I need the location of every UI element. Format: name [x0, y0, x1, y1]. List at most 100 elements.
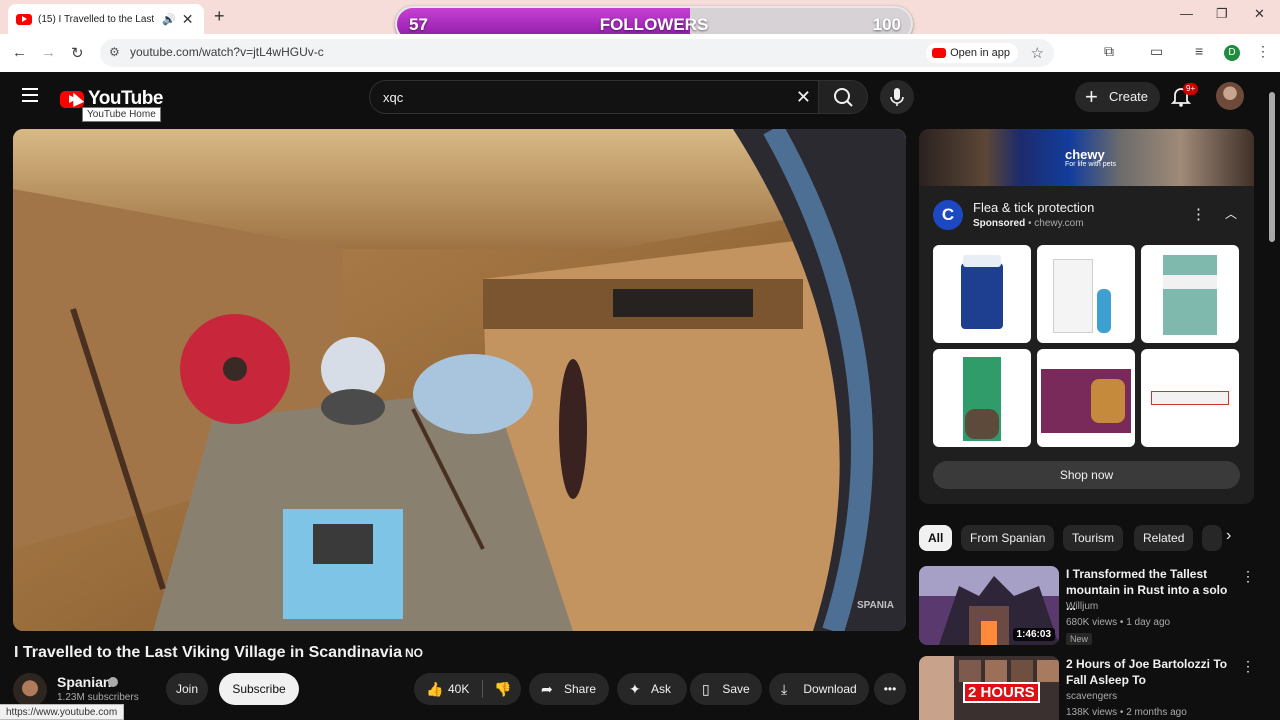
new-tab-button[interactable]: +: [214, 6, 225, 27]
youtube-header: YouTube YouTube Home xqc ✕ + Create 9+: [0, 72, 1280, 122]
site-info-icon[interactable]: ⚙: [109, 45, 120, 59]
more-vertical-icon[interactable]: ⋮: [1241, 568, 1255, 585]
channel-avatar[interactable]: [13, 673, 47, 707]
product-tile-1[interactable]: [933, 245, 1031, 343]
speaker-icon[interactable]: 🔊: [162, 13, 176, 26]
product-tile-4[interactable]: [933, 349, 1031, 447]
window-close-icon[interactable]: ✕: [1254, 6, 1265, 22]
search-query[interactable]: xqc: [383, 90, 403, 105]
open-in-app-button[interactable]: Open in app: [926, 43, 1018, 63]
forward-icon[interactable]: →: [41, 44, 56, 61]
sponsored-label: Sponsored: [973, 218, 1026, 229]
ask-button[interactable]: ✦ Ask: [617, 673, 687, 705]
verified-icon: [108, 677, 118, 687]
product-tile-6[interactable]: [1141, 349, 1239, 447]
share-icon: ➦: [541, 681, 553, 697]
more-horizontal-icon: •••: [883, 682, 897, 696]
youtube-favicon-icon: [16, 13, 32, 25]
menu-icon[interactable]: [22, 88, 38, 102]
browser-tab[interactable]: (15) I Travelled to the Last Vi 🔊 ✕: [8, 4, 204, 34]
rec-channel[interactable]: scavengers: [1066, 691, 1117, 702]
video-player[interactable]: SPANIA: [13, 129, 906, 631]
clear-search-icon[interactable]: ✕: [796, 87, 811, 108]
more-vertical-icon[interactable]: ⋮: [1241, 658, 1255, 675]
subscribe-button[interactable]: Subscribe: [219, 673, 299, 705]
video-duration: 1:46:03: [1012, 628, 1055, 641]
rec-meta: 680K views • 1 day ago: [1066, 617, 1171, 628]
extensions-icon[interactable]: ⧉: [1104, 43, 1114, 60]
reload-icon[interactable]: ↻: [71, 44, 84, 62]
browser-profile-avatar[interactable]: D: [1224, 45, 1240, 61]
ad-banner-image[interactable]: chewy For life with pets: [919, 129, 1254, 186]
logo-tooltip: YouTube Home: [82, 107, 161, 122]
advertiser-logo[interactable]: C: [933, 200, 963, 230]
sparkle-icon: ✦: [629, 681, 641, 697]
account-avatar[interactable]: [1216, 82, 1244, 110]
product-tile-5[interactable]: [1037, 349, 1135, 447]
cast-icon[interactable]: ▭: [1150, 43, 1163, 60]
video-thumbnail[interactable]: 1:46:03: [919, 566, 1059, 645]
channel-name[interactable]: Spanian: [57, 674, 111, 690]
product-tile-3[interactable]: [1141, 245, 1239, 343]
browser-toolbar: ← → ↻ ⚙ youtube.com/watch?v=jtL4wHGUv-c …: [0, 34, 1280, 72]
share-label: Share: [563, 682, 597, 696]
recommended-video[interactable]: 1:46:03 I Transformed the Tallest mounta…: [919, 566, 1259, 648]
like-count[interactable]: 40K: [448, 673, 469, 705]
save-button[interactable]: ▯ Save: [690, 673, 762, 705]
product-tile-2[interactable]: [1037, 245, 1135, 343]
rec-title[interactable]: 2 Hours of Joe Bartolozzi To Fall Asleep…: [1066, 656, 1238, 688]
video-watermark: SPANIA: [856, 600, 894, 611]
minimize-icon[interactable]: —: [1180, 6, 1193, 21]
chip-all[interactable]: All: [919, 525, 953, 551]
back-icon[interactable]: ←: [12, 44, 27, 61]
like-dislike-group: 👍 40K 👎: [414, 673, 521, 705]
bookmark-icon: ▯: [702, 681, 710, 697]
voice-search-button[interactable]: [880, 80, 914, 114]
sponsored-ad[interactable]: chewy For life with pets C Flea & tick p…: [919, 129, 1254, 504]
shop-now-button[interactable]: Shop now: [933, 461, 1240, 489]
followers-goal: 100: [872, 15, 901, 34]
ad-more-icon[interactable]: ⋮: [1191, 205, 1206, 223]
address-bar[interactable]: ⚙ youtube.com/watch?v=jtL4wHGUv-c Open i…: [100, 39, 1054, 67]
download-label: Download: [803, 682, 857, 696]
download-button[interactable]: ⤓ Download: [769, 673, 869, 705]
chip-partial[interactable]: [1202, 525, 1222, 551]
video-thumbnail[interactable]: 2 HOURS: [919, 656, 1059, 720]
more-actions-button[interactable]: •••: [874, 673, 906, 705]
url-text[interactable]: youtube.com/watch?v=jtL4wHGUv-c: [130, 45, 324, 59]
ask-label: Ask: [650, 682, 671, 696]
restore-icon[interactable]: ❐: [1216, 6, 1228, 22]
search-input[interactable]: xqc ✕: [369, 80, 819, 114]
followers-label: FOLLOWERS: [599, 15, 709, 34]
tab-close-icon[interactable]: ✕: [182, 11, 194, 28]
create-button[interactable]: + Create: [1075, 82, 1161, 112]
search-button[interactable]: [818, 80, 868, 114]
share-button[interactable]: ➦ Share: [529, 673, 609, 705]
rec-meta: 138K views • 2 months ago: [1066, 707, 1187, 718]
rec-channel[interactable]: Willjum: [1066, 601, 1098, 612]
join-button[interactable]: Join: [166, 673, 208, 705]
chip-from-spanian[interactable]: From Spanian: [961, 525, 1055, 551]
chip-related[interactable]: Related: [1134, 525, 1194, 551]
chevron-right-icon[interactable]: ›: [1226, 527, 1231, 545]
subscriber-count: 1.23M subscribers: [57, 692, 139, 703]
brand-logo: chewy: [1065, 147, 1105, 162]
media-controls-icon[interactable]: ≡: [1195, 43, 1203, 59]
ad-sponsored-line: Sponsored • chewy.com: [973, 218, 1084, 229]
browser-menu-icon[interactable]: ⋮: [1256, 43, 1270, 60]
chevron-up-icon[interactable]: ︿: [1225, 205, 1237, 222]
recommended-video[interactable]: 2 HOURS 2 Hours of Joe Bartolozzi To Fal…: [919, 656, 1259, 720]
scrollbar-thumb[interactable]: [1269, 92, 1275, 242]
thumbs-down-icon[interactable]: 👎: [494, 673, 511, 705]
plus-icon: +: [1085, 84, 1098, 109]
country-code: NO: [404, 646, 423, 660]
ad-title[interactable]: Flea & tick protection: [973, 200, 1094, 215]
thumbs-up-icon[interactable]: 👍: [426, 673, 443, 705]
search-icon: [834, 88, 853, 107]
chip-tourism[interactable]: Tourism: [1063, 525, 1124, 551]
brand-tagline: For life with pets: [1065, 161, 1116, 168]
status-bar-url: https://www.youtube.com: [0, 704, 125, 720]
bookmark-star-icon[interactable]: ☆: [1031, 44, 1044, 62]
like-divider: [482, 680, 483, 698]
download-icon: ⤓: [781, 681, 788, 697]
